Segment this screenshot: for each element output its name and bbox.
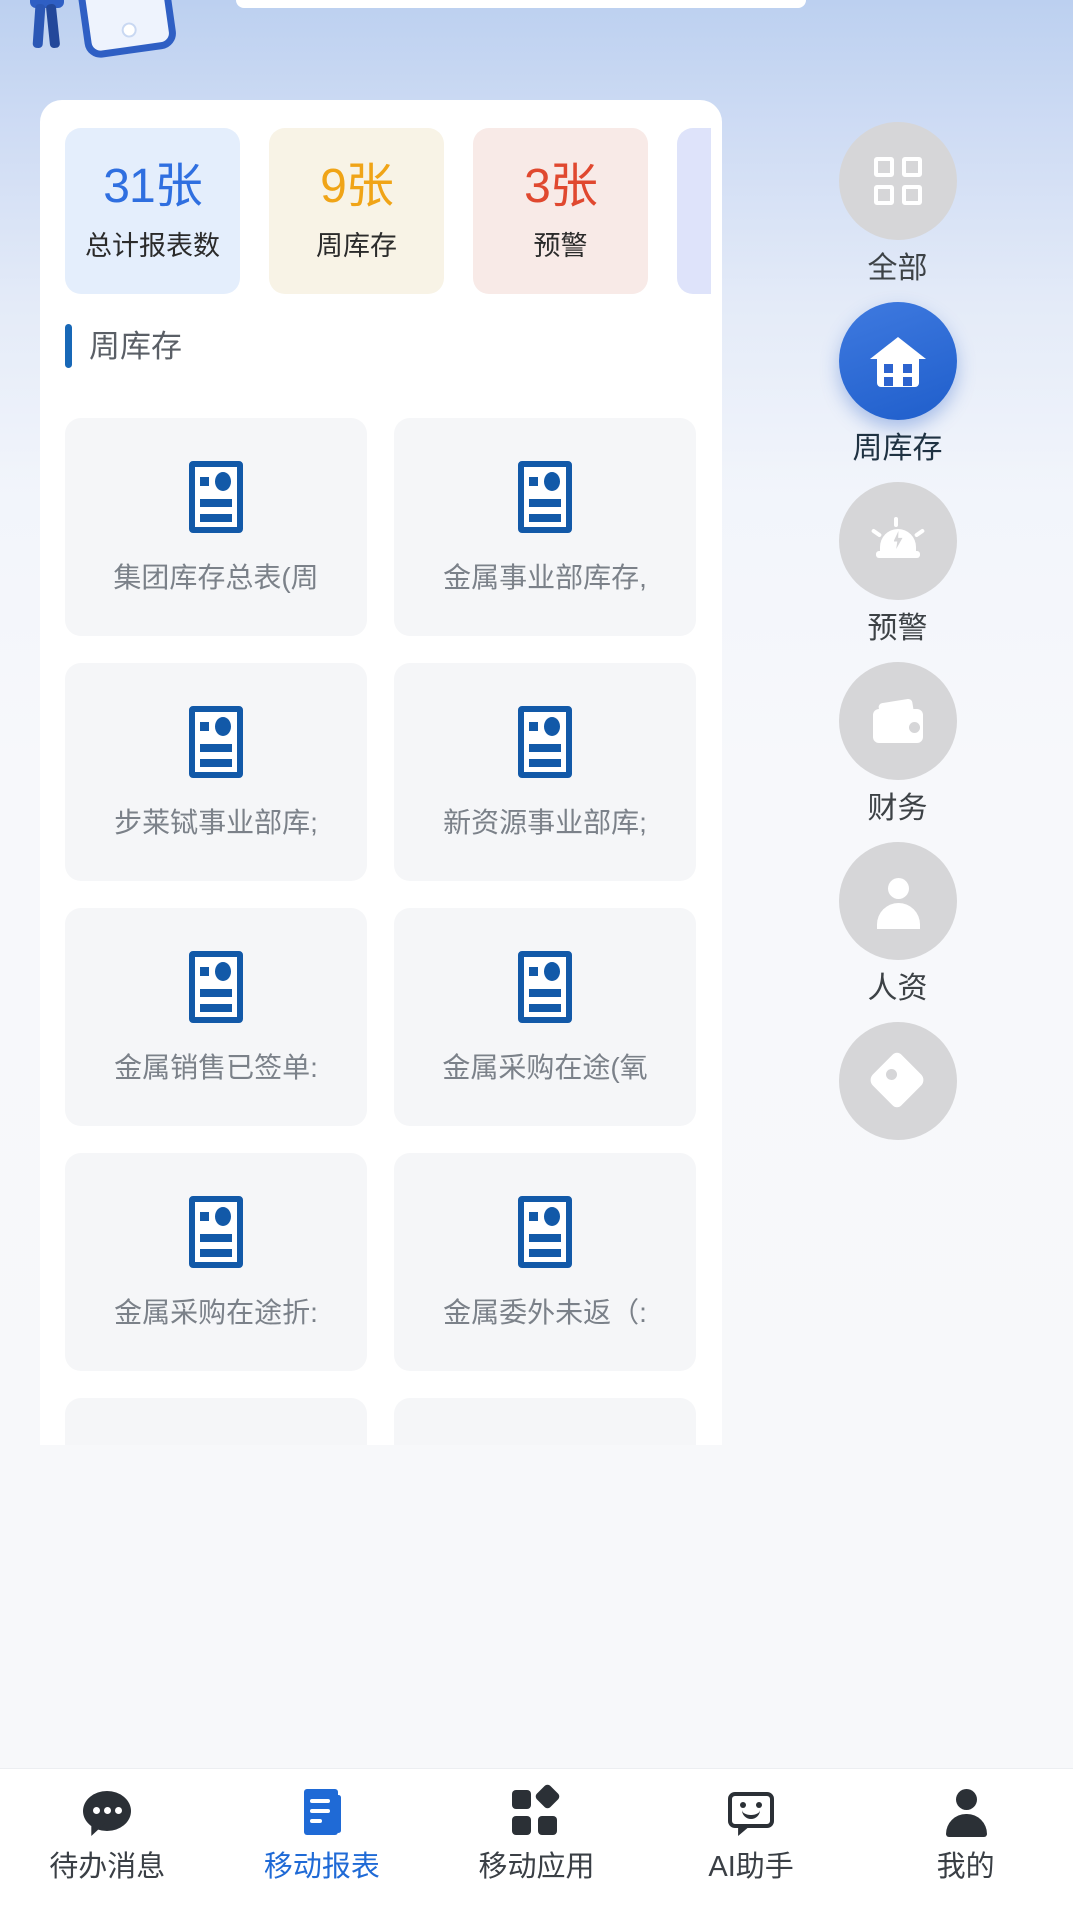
report-icon <box>296 1787 348 1839</box>
report-card-label: 金属采购在途折: <box>114 1297 318 1328</box>
tab-label: 我的 <box>936 1851 995 1883</box>
report-panel: 31张 总计报表数 9张 周库存 3张 预警 周库存 集团库存总表(周 金属事业… <box>40 100 722 1445</box>
rail-item-label: 预警 <box>867 612 928 645</box>
rail-item-label: 财务 <box>867 792 928 825</box>
stat-strip[interactable]: 31张 总计报表数 9张 周库存 3张 预警 <box>40 128 722 294</box>
report-card[interactable]: 金属事业部库存, <box>394 418 696 636</box>
report-card-partial[interactable] <box>65 1398 367 1445</box>
report-card[interactable]: 集团库存总表(周 <box>65 418 367 636</box>
stat-card-total[interactable]: 31张 总计报表数 <box>65 128 240 294</box>
document-icon <box>518 705 572 778</box>
stat-value: 31张 <box>103 159 202 213</box>
document-icon <box>189 950 243 1023</box>
tab-label: 移动报表 <box>263 1851 380 1883</box>
report-card[interactable]: 金属委外未返（: <box>394 1153 696 1371</box>
tab-todo-messages[interactable]: 待办消息 <box>0 1787 215 1882</box>
tab-mobile-apps[interactable]: 移动应用 <box>429 1783 644 1883</box>
wallet-icon <box>870 693 926 749</box>
tab-profile[interactable]: 我的 <box>858 1787 1073 1882</box>
report-card[interactable]: 新资源事业部库; <box>394 663 696 881</box>
rail-icon-wrap <box>838 302 957 420</box>
report-grid: 集团库存总表(周 金属事业部库存, 步莱铽事业部库; 新资源事业部库; 金属销售 <box>65 418 697 1445</box>
document-icon <box>518 460 572 533</box>
rail-item-label: 全部 <box>867 252 928 285</box>
grid-icon <box>870 153 926 209</box>
rail-item-tag[interactable] <box>818 1022 978 1154</box>
report-card-label: 步莱铽事业部库; <box>114 807 318 838</box>
rail-item-finance[interactable]: 财务 <box>818 662 978 824</box>
report-card-label: 集团库存总表(周 <box>113 562 319 593</box>
report-card[interactable]: 步莱铽事业部库; <box>65 663 367 881</box>
search-bar[interactable] <box>236 0 806 8</box>
tag-icon <box>866 1050 927 1110</box>
tab-label: 待办消息 <box>49 1851 166 1883</box>
report-card-label: 金属采购在途(氧 <box>442 1052 648 1083</box>
section-title: 周库存 <box>89 328 182 364</box>
person-illustration <box>24 0 70 60</box>
rail-icon-wrap <box>838 662 957 780</box>
bottom-tab-bar: 待办消息 移动报表 移动应用 AI助手 我的 <box>0 1768 1073 1913</box>
stat-label: 周库存 <box>316 230 397 261</box>
document-icon <box>189 460 243 533</box>
document-icon <box>518 950 572 1023</box>
document-icon <box>518 1195 572 1268</box>
chat-icon <box>81 1787 133 1839</box>
stat-label: 预警 <box>533 230 588 261</box>
section-header: 周库存 <box>65 324 182 368</box>
category-rail: 全部 周库存 预警 财务 人资 <box>722 100 1073 1445</box>
stat-label: 总计报表数 <box>85 230 220 261</box>
house-icon <box>869 333 926 389</box>
phone-illustration <box>66 0 178 60</box>
document-icon <box>189 705 243 778</box>
apps-icon <box>510 1783 562 1839</box>
report-card[interactable]: 金属采购在途折: <box>65 1153 367 1371</box>
section-accent-bar <box>65 324 72 368</box>
stat-value: 9张 <box>320 159 394 213</box>
document-icon <box>189 1195 243 1268</box>
rail-item-all[interactable]: 全部 <box>818 122 978 284</box>
report-card[interactable]: 金属销售已签单: <box>65 908 367 1126</box>
tab-label: 移动应用 <box>478 1851 595 1883</box>
rail-icon-wrap <box>838 842 957 960</box>
ai-icon <box>725 1787 777 1839</box>
stat-value: 3张 <box>524 159 598 213</box>
rail-item-label: 人资 <box>867 972 928 1005</box>
profile-icon <box>940 1787 992 1839</box>
rail-icon-wrap <box>838 122 957 240</box>
tab-mobile-reports[interactable]: 移动报表 <box>215 1787 430 1882</box>
tab-ai-assistant[interactable]: AI助手 <box>644 1787 859 1882</box>
report-card-label: 金属委外未返（: <box>443 1297 647 1328</box>
stat-card-next-partial[interactable] <box>677 128 711 294</box>
rail-item-weekly-stock[interactable]: 周库存 <box>818 302 978 464</box>
stat-card-alert[interactable]: 3张 预警 <box>473 128 648 294</box>
report-card-label: 新资源事业部库; <box>443 807 647 838</box>
rail-item-alert[interactable]: 预警 <box>818 482 978 644</box>
stat-card-weekly-stock[interactable]: 9张 周库存 <box>269 128 444 294</box>
alarm-icon <box>870 513 926 569</box>
person-icon <box>870 873 926 929</box>
rail-item-hr[interactable]: 人资 <box>818 842 978 1004</box>
tab-label: AI助手 <box>708 1851 794 1883</box>
report-card[interactable]: 金属采购在途(氧 <box>394 908 696 1126</box>
report-card-partial[interactable] <box>394 1398 696 1445</box>
rail-icon-wrap <box>838 482 957 600</box>
report-card-label: 金属销售已签单: <box>114 1052 318 1083</box>
rail-item-label: 周库存 <box>852 432 943 465</box>
rail-icon-wrap <box>838 1022 957 1140</box>
report-card-label: 金属事业部库存, <box>443 562 647 593</box>
